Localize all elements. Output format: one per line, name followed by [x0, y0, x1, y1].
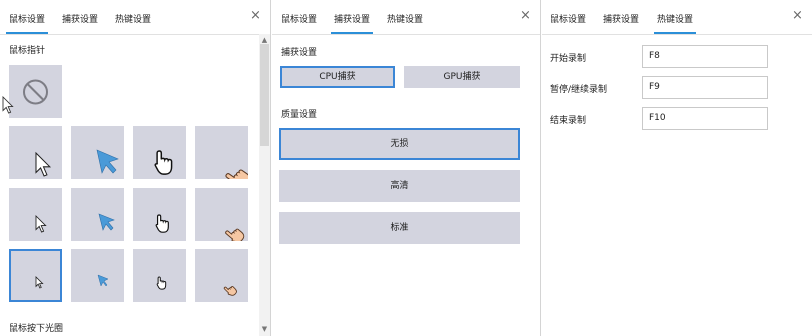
- tab-capture-settings[interactable]: 捕获设置: [330, 12, 374, 34]
- tab-hotkey-settings[interactable]: 热键设置: [115, 12, 151, 25]
- close-icon[interactable]: ×: [520, 9, 531, 22]
- stop-record-label: 结束录制: [550, 116, 587, 126]
- hand-white-small-icon: [156, 276, 167, 290]
- scroll-thumb[interactable]: [260, 44, 269, 146]
- tab-bar: 鼠标设置 捕获设置 热键设置 ×: [272, 0, 540, 35]
- hotkey-settings-panel: 鼠标设置 捕获设置 热键设置 × 开始录制 F8 暂停/继续录制 F9 结束录制…: [542, 0, 812, 336]
- tab-capture-settings[interactable]: 捕获设置: [603, 12, 639, 25]
- close-icon[interactable]: ×: [792, 9, 803, 22]
- quality-standard-button[interactable]: 标准: [279, 212, 520, 244]
- tab-mouse-settings[interactable]: 鼠标设置: [281, 12, 317, 25]
- cursor-option-hand-white-medium[interactable]: [133, 188, 186, 241]
- cursor-option-hand-white-small[interactable]: [133, 249, 186, 302]
- vertical-scrollbar[interactable]: ▲ ▼: [259, 34, 270, 336]
- mouse-pointer-icon: [2, 96, 14, 114]
- mouse-pointer-section-label: 鼠标指针: [9, 46, 46, 56]
- stop-record-hotkey-input[interactable]: F10: [642, 107, 768, 130]
- tab-hotkey-settings[interactable]: 热键设置: [387, 12, 423, 25]
- arrow-blue-medium-icon: [98, 213, 115, 231]
- hand-skin-small-icon: [222, 282, 239, 298]
- tab-capture-settings[interactable]: 捕获设置: [62, 12, 98, 25]
- scroll-down-arrow-icon[interactable]: ▼: [260, 325, 269, 334]
- quality-section-label: 质量设置: [281, 110, 318, 120]
- cursor-option-none[interactable]: [9, 65, 62, 118]
- cursor-option-arrow-blue-large[interactable]: [71, 126, 124, 179]
- hand-skin-medium-icon: [223, 223, 247, 241]
- mouse-settings-panel: 鼠标设置 捕获设置 热键设置 × 鼠标指针 鼠标按下光圈 ▲ ▼: [0, 0, 271, 336]
- no-cursor-icon: [23, 79, 48, 105]
- tab-mouse-settings[interactable]: 鼠标设置: [550, 12, 586, 25]
- cursor-option-arrow-blue-small[interactable]: [71, 249, 124, 302]
- cursor-option-arrow-white-small[interactable]: [9, 249, 62, 302]
- arrow-white-medium-icon: [35, 215, 47, 233]
- gpu-capture-button[interactable]: GPU捕获: [404, 66, 520, 88]
- start-record-label: 开始录制: [550, 54, 587, 64]
- cursor-option-hand-skin-large[interactable]: [195, 126, 248, 179]
- mouse-press-ring-section-label: 鼠标按下光圈: [9, 324, 64, 334]
- tab-bar: 鼠标设置 捕获设置 热键设置 ×: [542, 0, 812, 35]
- tab-bar: 鼠标设置 捕获设置 热键设置 ×: [0, 0, 270, 35]
- arrow-blue-large-icon: [96, 149, 119, 174]
- cursor-option-hand-white-large[interactable]: [133, 126, 186, 179]
- hand-skin-large-icon: [223, 163, 248, 179]
- quality-hd-button[interactable]: 高清: [279, 170, 520, 202]
- close-icon[interactable]: ×: [250, 9, 261, 22]
- hand-white-large-icon: [154, 150, 173, 175]
- cursor-option-hand-skin-medium[interactable]: [195, 188, 248, 241]
- arrow-white-large-icon: [35, 152, 51, 177]
- cursor-option-hand-skin-small[interactable]: [195, 249, 248, 302]
- cursor-option-arrow-white-medium[interactable]: [9, 188, 62, 241]
- tab-hotkey-settings[interactable]: 热键设置: [653, 12, 697, 34]
- start-record-hotkey-input[interactable]: F8: [642, 45, 768, 68]
- quality-lossless-button[interactable]: 无损: [279, 128, 520, 160]
- cursor-option-arrow-white-large[interactable]: [9, 126, 62, 179]
- hand-white-medium-icon: [155, 214, 169, 233]
- arrow-white-small-icon: [35, 276, 44, 289]
- capture-section-label: 捕获设置: [281, 48, 318, 58]
- arrow-blue-small-icon: [97, 274, 109, 287]
- cursor-option-arrow-blue-medium[interactable]: [71, 188, 124, 241]
- cpu-capture-button[interactable]: CPU捕获: [280, 66, 395, 88]
- capture-settings-panel: 鼠标设置 捕获设置 热键设置 × 捕获设置 CPU捕获 GPU捕获 质量设置 无…: [272, 0, 541, 336]
- pause-resume-hotkey-input[interactable]: F9: [642, 76, 768, 99]
- pause-resume-label: 暂停/继续录制: [550, 85, 608, 95]
- tab-mouse-settings[interactable]: 鼠标设置: [5, 12, 49, 34]
